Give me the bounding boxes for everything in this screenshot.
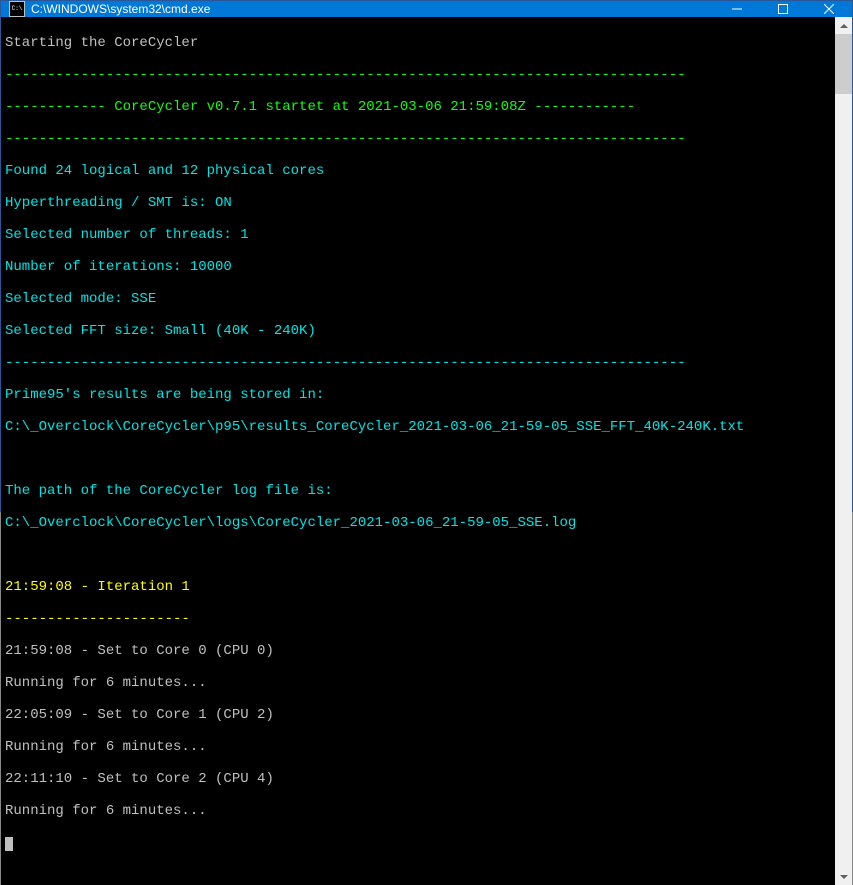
chevron-up-icon [840,22,848,30]
info-line: Number of iterations: 10000 [5,259,831,275]
maximize-button[interactable] [760,1,806,17]
console-area: Starting the CoreCycler ----------------… [1,17,852,885]
info-line: Selected FFT size: Small (40K - 240K) [5,323,831,339]
minimize-button[interactable] [714,1,760,17]
info-line: Selected mode: SSE [5,291,831,307]
info-line: C:\_Overclock\CoreCycler\logs\CoreCycler… [5,515,831,531]
scroll-down-button[interactable] [835,868,852,885]
info-line: Hyperthreading / SMT is: ON [5,195,831,211]
output-line: Starting the CoreCycler [5,35,831,51]
vertical-scrollbar[interactable] [835,17,852,885]
info-line: Selected number of threads: 1 [5,227,831,243]
chevron-down-icon [840,873,848,881]
scroll-up-button[interactable] [835,17,852,34]
run-line: Running for 6 minutes... [5,803,831,819]
text-cursor [5,837,13,851]
close-button[interactable] [806,1,852,17]
window-title: C:\WINDOWS\system32\cmd.exe [31,2,714,16]
titlebar[interactable]: C:\WINDOWS\system32\cmd.exe [1,1,852,17]
info-line: C:\_Overclock\CoreCycler\p95\results_Cor… [5,419,831,435]
iteration-header: 21:59:08 - Iteration 1 [5,579,831,595]
separator: ----------------------------------------… [5,67,831,83]
info-line: Found 24 logical and 12 physical cores [5,163,831,179]
blank-line [5,451,831,467]
separator: ----------------------------------------… [5,131,831,147]
titlebar-buttons [714,1,852,17]
close-icon [824,4,834,14]
banner-line: ------------ CoreCycler v0.7.1 startet a… [5,99,831,115]
info-line: Prime95's results are being stored in: [5,387,831,403]
cmd-window: C:\WINDOWS\system32\cmd.exe Starting the… [0,0,853,512]
info-line: The path of the CoreCycler log file is: [5,483,831,499]
run-line: Running for 6 minutes... [5,739,831,755]
scrollbar-track[interactable] [835,34,852,868]
maximize-icon [778,4,788,14]
run-line: 22:05:09 - Set to Core 1 (CPU 2) [5,707,831,723]
run-line: Running for 6 minutes... [5,675,831,691]
run-line: 21:59:08 - Set to Core 0 (CPU 0) [5,643,831,659]
separator: ---------------------- [5,611,831,627]
scrollbar-thumb[interactable] [835,34,852,94]
minimize-icon [732,4,742,14]
blank-line [5,547,831,563]
console-output[interactable]: Starting the CoreCycler ----------------… [1,17,835,885]
cmd-icon [9,1,25,17]
run-line: 22:11:10 - Set to Core 2 (CPU 4) [5,771,831,787]
cursor-line [5,835,831,851]
separator: ----------------------------------------… [5,355,831,371]
